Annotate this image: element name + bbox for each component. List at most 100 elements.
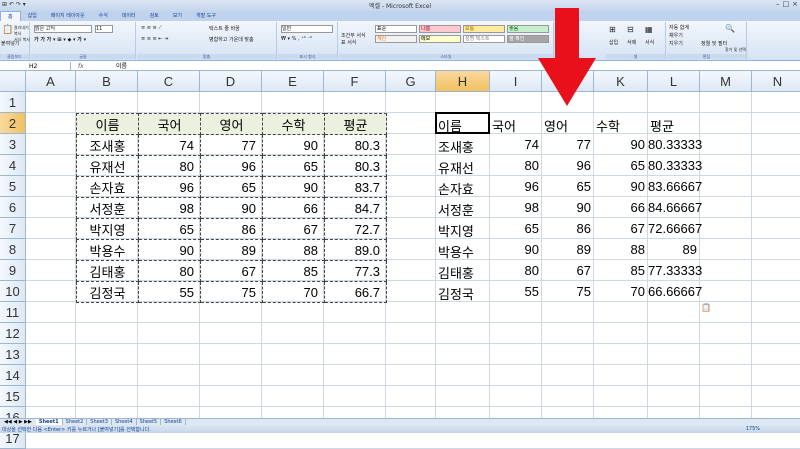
pasted-cell[interactable]: 67 [542, 263, 591, 278]
autosum-button[interactable]: 자동 합계 [669, 24, 689, 31]
cell-style-2[interactable]: 보통 [463, 25, 505, 33]
pasted-cell[interactable]: 80 [490, 263, 539, 278]
column-header-b[interactable]: B [76, 71, 138, 92]
source-header-cell[interactable]: 국어 [138, 113, 201, 135]
find-icon[interactable]: 🔍 [725, 24, 735, 33]
row-header-8[interactable]: 8 [0, 239, 26, 260]
wrap-text-button[interactable]: 텍스트 줄 바꿈 [209, 25, 240, 32]
source-cell[interactable]: 80 [138, 155, 201, 177]
source-cell[interactable]: 86 [200, 218, 263, 240]
cell-style-0[interactable]: 표준 [375, 25, 417, 33]
pasted-cell[interactable]: 90 [594, 179, 645, 194]
column-header-e[interactable]: E [262, 71, 324, 92]
pasted-cell[interactable]: 72.66667 [648, 221, 702, 236]
pasted-cell[interactable]: 98 [490, 200, 539, 215]
select-all-corner[interactable] [0, 71, 26, 92]
paste-icon[interactable]: 📋 [2, 25, 13, 35]
source-cell[interactable]: 박용수 [76, 239, 139, 261]
row-header-15[interactable]: 15 [0, 386, 26, 407]
source-cell[interactable]: 80.3 [324, 155, 387, 177]
pasted-cell[interactable]: 70 [594, 284, 645, 299]
row-header-3[interactable]: 3 [0, 134, 26, 155]
source-cell[interactable]: 89 [200, 239, 263, 261]
indent-icons[interactable]: ≡ ≡ ≡ ⇤ ⇥ [141, 36, 168, 42]
column-header-l[interactable]: L [648, 71, 700, 92]
source-cell[interactable]: 96 [200, 155, 263, 177]
delete-cell-icon[interactable]: ⊟ [627, 25, 634, 34]
column-header-d[interactable]: D [200, 71, 262, 92]
pasted-cell[interactable]: 김태홍 [438, 263, 474, 282]
pasted-cell[interactable]: 65 [594, 158, 645, 173]
source-cell[interactable]: 84.7 [324, 197, 387, 219]
pasted-cell[interactable]: 89 [542, 242, 591, 257]
tab-5[interactable]: 검토 [143, 11, 166, 21]
pasted-cell[interactable]: 서정훈 [438, 200, 474, 219]
fx-icon[interactable]: fx [78, 62, 84, 71]
source-header-cell[interactable]: 영어 [200, 113, 263, 135]
tab-7[interactable]: 개발 도구 [189, 11, 223, 21]
source-cell[interactable]: 75 [200, 281, 263, 303]
pasted-cell[interactable]: 90 [542, 200, 591, 215]
column-header-f[interactable]: F [324, 71, 386, 92]
tab-2[interactable]: 페이지 레이아웃 [44, 11, 92, 21]
column-header-a[interactable]: A [26, 71, 76, 92]
row-header-1[interactable]: 1 [0, 92, 26, 113]
source-cell[interactable]: 유재선 [76, 155, 139, 177]
row-header-12[interactable]: 12 [0, 323, 26, 344]
pasted-cell[interactable]: 86 [542, 221, 591, 236]
source-cell[interactable]: 85 [262, 260, 325, 282]
insert-cell-icon[interactable]: ⊞ [609, 25, 616, 34]
pasted-cell[interactable]: 83.66667 [648, 179, 702, 194]
source-cell[interactable]: 65 [262, 155, 325, 177]
close-icon[interactable]: × [792, 0, 798, 8]
column-header-c[interactable]: C [138, 71, 200, 92]
clear-button[interactable]: 지우기 [669, 40, 683, 47]
pasted-cell[interactable]: 65 [490, 221, 539, 236]
sort-filter-button[interactable]: 정렬 및 필터 [701, 40, 727, 47]
currency-icons[interactable]: ₩ ▾ % , ⁺⁰ ⁻⁰ [281, 36, 312, 42]
fill-button[interactable]: 채우기 [669, 32, 683, 39]
row-header-13[interactable]: 13 [0, 344, 26, 365]
bold-icon[interactable]: 가 가 가 ▾ ⊞ ▾ ◆ ▾ 가 ▾ [34, 36, 86, 43]
tab-6[interactable]: 보기 [166, 11, 189, 21]
pasted-cell[interactable]: 77.33333 [648, 263, 702, 278]
pasted-cell[interactable]: 74 [490, 137, 539, 152]
source-cell[interactable]: 김정국 [76, 281, 139, 303]
source-cell[interactable]: 90 [262, 134, 325, 156]
pasted-cell[interactable]: 90 [490, 242, 539, 257]
format-painter-button[interactable]: 서식 복사 [14, 37, 30, 43]
align-icons[interactable]: ≡ ≡ ≡ ⟋ [141, 25, 162, 31]
cell-style-1[interactable]: 나쁨 [419, 25, 461, 33]
delete-button[interactable]: 삭제 [627, 39, 636, 46]
source-cell[interactable]: 65 [138, 218, 201, 240]
source-cell[interactable]: 66.7 [324, 281, 387, 303]
pasted-cell[interactable]: 유재선 [438, 158, 474, 177]
pasted-cell[interactable]: 89 [648, 242, 697, 257]
row-header-14[interactable]: 14 [0, 365, 26, 386]
conditional-format-button[interactable]: 조건부 서식 [341, 32, 366, 39]
source-cell[interactable]: 98 [138, 197, 201, 219]
source-cell[interactable]: 서정훈 [76, 197, 139, 219]
pasted-cell[interactable]: 90 [594, 137, 645, 152]
row-header-9[interactable]: 9 [0, 260, 26, 281]
source-cell[interactable]: 손자효 [76, 176, 139, 198]
pasted-cell[interactable]: 84.66667 [648, 200, 702, 215]
column-header-m[interactable]: M [700, 71, 752, 92]
pasted-header-cell[interactable]: 영어 [544, 116, 568, 135]
pasted-cell[interactable]: 96 [490, 179, 539, 194]
source-cell[interactable]: 김태홍 [76, 260, 139, 282]
column-header-i[interactable]: I [490, 71, 542, 92]
source-cell[interactable]: 89.0 [324, 239, 387, 261]
name-box[interactable]: H2 [1, 62, 71, 71]
source-table[interactable]: 이름 국어 영어 수학 평균 조새홍 74 77 90 80.3 유재선 80 96 65 80.3 손자효 9… [76, 113, 387, 303]
source-cell[interactable]: 박지영 [76, 218, 139, 240]
row-header-5[interactable]: 5 [0, 176, 26, 197]
source-header-cell[interactable]: 수학 [262, 113, 325, 135]
pasted-cell[interactable]: 77 [542, 137, 591, 152]
paste-options-icon[interactable]: 📋 [701, 303, 711, 312]
row-header-2[interactable]: 2 [0, 113, 26, 134]
pasted-cell[interactable]: 80.33333 [648, 158, 702, 173]
format-cell-icon[interactable]: ▦ [645, 25, 653, 34]
pasted-cell[interactable]: 손자효 [438, 179, 474, 198]
column-header-n[interactable]: N [752, 71, 800, 92]
